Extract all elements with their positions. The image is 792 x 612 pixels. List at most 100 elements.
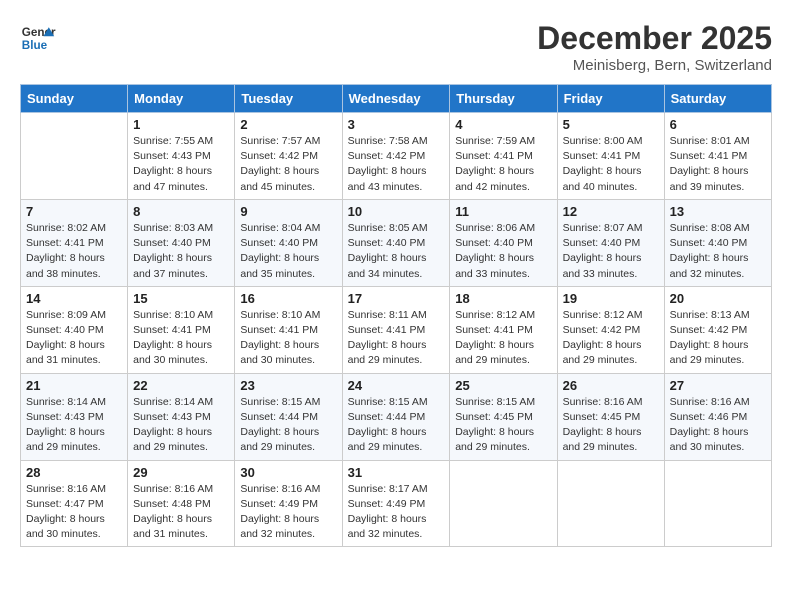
logo-icon: General Blue (20, 20, 56, 56)
calendar-cell: 19 Sunrise: 8:12 AMSunset: 4:42 PMDayligh… (557, 286, 664, 373)
day-number: 16 (240, 291, 336, 306)
day-number: 23 (240, 378, 336, 393)
calendar-cell: 10 Sunrise: 8:05 AMSunset: 4:40 PMDayligh… (342, 199, 450, 286)
calendar-cell: 12 Sunrise: 8:07 AMSunset: 4:40 PMDayligh… (557, 199, 664, 286)
calendar-week-row: 7 Sunrise: 8:02 AMSunset: 4:41 PMDaylight… (21, 199, 772, 286)
day-of-week-header: Wednesday (342, 85, 450, 113)
day-info: Sunrise: 8:09 AMSunset: 4:40 PMDaylight:… (26, 308, 122, 369)
calendar-cell: 20 Sunrise: 8:13 AMSunset: 4:42 PMDayligh… (664, 286, 771, 373)
day-info: Sunrise: 8:15 AMSunset: 4:44 PMDaylight:… (348, 395, 445, 456)
calendar-week-row: 14 Sunrise: 8:09 AMSunset: 4:40 PMDayligh… (21, 286, 772, 373)
day-number: 31 (348, 465, 445, 480)
day-info: Sunrise: 7:57 AMSunset: 4:42 PMDaylight:… (240, 134, 336, 195)
calendar-cell: 30Sunrise: 8:16 AMSunset: 4:49 PMDayligh… (235, 460, 342, 547)
logo: General Blue (20, 20, 56, 56)
day-number: 11 (455, 204, 551, 219)
day-info: Sunrise: 8:02 AMSunset: 4:41 PMDaylight:… (26, 221, 122, 282)
day-number: 5 (563, 117, 659, 132)
calendar-cell (557, 460, 664, 547)
calendar-cell: 21Sunrise: 8:14 AMSunset: 4:43 PMDayligh… (21, 373, 128, 460)
day-number: 25 (455, 378, 551, 393)
day-number: 3 (348, 117, 445, 132)
month-title: December 2025 (537, 20, 772, 57)
day-info: Sunrise: 8:04 AMSunset: 4:40 PMDaylight:… (240, 221, 336, 282)
calendar-cell: 7 Sunrise: 8:02 AMSunset: 4:41 PMDaylight… (21, 199, 128, 286)
day-info: Sunrise: 8:12 AMSunset: 4:41 PMDaylight:… (455, 308, 551, 369)
day-number: 12 (563, 204, 659, 219)
day-info: Sunrise: 8:10 AMSunset: 4:41 PMDaylight:… (133, 308, 229, 369)
calendar-header-row: SundayMondayTuesdayWednesdayThursdayFrid… (21, 85, 772, 113)
day-number: 10 (348, 204, 445, 219)
day-number: 29 (133, 465, 229, 480)
svg-text:Blue: Blue (22, 39, 48, 52)
calendar-cell: 6 Sunrise: 8:01 AMSunset: 4:41 PMDaylight… (664, 113, 771, 200)
day-number: 27 (670, 378, 766, 393)
day-number: 15 (133, 291, 229, 306)
day-of-week-header: Sunday (21, 85, 128, 113)
calendar-table: SundayMondayTuesdayWednesdayThursdayFrid… (20, 84, 772, 547)
day-info: Sunrise: 8:00 AMSunset: 4:41 PMDaylight:… (563, 134, 659, 195)
day-info: Sunrise: 8:08 AMSunset: 4:40 PMDaylight:… (670, 221, 766, 282)
calendar-cell: 29 Sunrise: 8:16 AMSunset: 4:48 PMDayligh… (128, 460, 235, 547)
day-number: 6 (670, 117, 766, 132)
day-info: Sunrise: 8:07 AMSunset: 4:40 PMDaylight:… (563, 221, 659, 282)
calendar-cell: 18 Sunrise: 8:12 AMSunset: 4:41 PMDayligh… (450, 286, 557, 373)
day-of-week-header: Saturday (664, 85, 771, 113)
day-info: Sunrise: 8:14 AMSunset: 4:43 PMDaylight:… (133, 395, 229, 456)
day-of-week-header: Monday (128, 85, 235, 113)
day-number: 28 (26, 465, 122, 480)
day-info: Sunrise: 8:01 AMSunset: 4:41 PMDaylight:… (670, 134, 766, 195)
calendar-cell: 17Sunrise: 8:11 AMSunset: 4:41 PMDayligh… (342, 286, 450, 373)
day-info: Sunrise: 8:12 AMSunset: 4:42 PMDaylight:… (563, 308, 659, 369)
day-number: 19 (563, 291, 659, 306)
day-info: Sunrise: 7:55 AMSunset: 4:43 PMDaylight:… (133, 134, 229, 195)
day-info: Sunrise: 8:14 AMSunset: 4:43 PMDaylight:… (26, 395, 122, 456)
day-number: 9 (240, 204, 336, 219)
day-number: 4 (455, 117, 551, 132)
day-number: 7 (26, 204, 122, 219)
calendar-cell (21, 113, 128, 200)
calendar-cell: 4Sunrise: 7:59 AMSunset: 4:41 PMDaylight… (450, 113, 557, 200)
location-subtitle: Meinisberg, Bern, Switzerland (537, 57, 772, 74)
calendar-cell: 24 Sunrise: 8:15 AMSunset: 4:44 PMDayligh… (342, 373, 450, 460)
day-number: 20 (670, 291, 766, 306)
calendar-cell: 1 Sunrise: 7:55 AMSunset: 4:43 PMDaylight… (128, 113, 235, 200)
day-info: Sunrise: 8:17 AMSunset: 4:49 PMDaylight:… (348, 482, 445, 543)
calendar-week-row: 1 Sunrise: 7:55 AMSunset: 4:43 PMDaylight… (21, 113, 772, 200)
calendar-cell: 26 Sunrise: 8:16 AMSunset: 4:45 PMDayligh… (557, 373, 664, 460)
calendar-cell: 8 Sunrise: 8:03 AMSunset: 4:40 PMDaylight… (128, 199, 235, 286)
day-number: 2 (240, 117, 336, 132)
day-info: Sunrise: 8:13 AMSunset: 4:42 PMDaylight:… (670, 308, 766, 369)
day-info: Sunrise: 8:06 AMSunset: 4:40 PMDaylight:… (455, 221, 551, 282)
calendar-cell: 14 Sunrise: 8:09 AMSunset: 4:40 PMDayligh… (21, 286, 128, 373)
calendar-cell: 9 Sunrise: 8:04 AMSunset: 4:40 PMDaylight… (235, 199, 342, 286)
day-number: 14 (26, 291, 122, 306)
calendar-cell: 31 Sunrise: 8:17 AMSunset: 4:49 PMDayligh… (342, 460, 450, 547)
calendar-cell (664, 460, 771, 547)
calendar-cell (450, 460, 557, 547)
day-number: 26 (563, 378, 659, 393)
day-number: 24 (348, 378, 445, 393)
calendar-cell: 27 Sunrise: 8:16 AMSunset: 4:46 PMDayligh… (664, 373, 771, 460)
calendar-cell: 16 Sunrise: 8:10 AMSunset: 4:41 PMDayligh… (235, 286, 342, 373)
day-number: 1 (133, 117, 229, 132)
day-number: 8 (133, 204, 229, 219)
day-info: Sunrise: 8:16 AMSunset: 4:48 PMDaylight:… (133, 482, 229, 543)
day-of-week-header: Friday (557, 85, 664, 113)
day-info: Sunrise: 8:05 AMSunset: 4:40 PMDaylight:… (348, 221, 445, 282)
day-info: Sunrise: 8:03 AMSunset: 4:40 PMDaylight:… (133, 221, 229, 282)
day-number: 17 (348, 291, 445, 306)
calendar-cell: 2 Sunrise: 7:57 AMSunset: 4:42 PMDaylight… (235, 113, 342, 200)
day-info: Sunrise: 8:15 AMSunset: 4:44 PMDaylight:… (240, 395, 336, 456)
page-header: General Blue December 2025 Meinisberg, B… (20, 20, 772, 74)
day-info: Sunrise: 8:10 AMSunset: 4:41 PMDaylight:… (240, 308, 336, 369)
day-number: 13 (670, 204, 766, 219)
day-info: Sunrise: 8:16 AMSunset: 4:46 PMDaylight:… (670, 395, 766, 456)
calendar-cell: 13 Sunrise: 8:08 AMSunset: 4:40 PMDayligh… (664, 199, 771, 286)
day-info: Sunrise: 8:16 AMSunset: 4:45 PMDaylight:… (563, 395, 659, 456)
calendar-cell: 15 Sunrise: 8:10 AMSunset: 4:41 PMDayligh… (128, 286, 235, 373)
day-number: 18 (455, 291, 551, 306)
calendar-cell: 11 Sunrise: 8:06 AMSunset: 4:40 PMDayligh… (450, 199, 557, 286)
day-info: Sunrise: 8:15 AMSunset: 4:45 PMDaylight:… (455, 395, 551, 456)
title-area: December 2025 Meinisberg, Bern, Switzerl… (537, 20, 772, 74)
